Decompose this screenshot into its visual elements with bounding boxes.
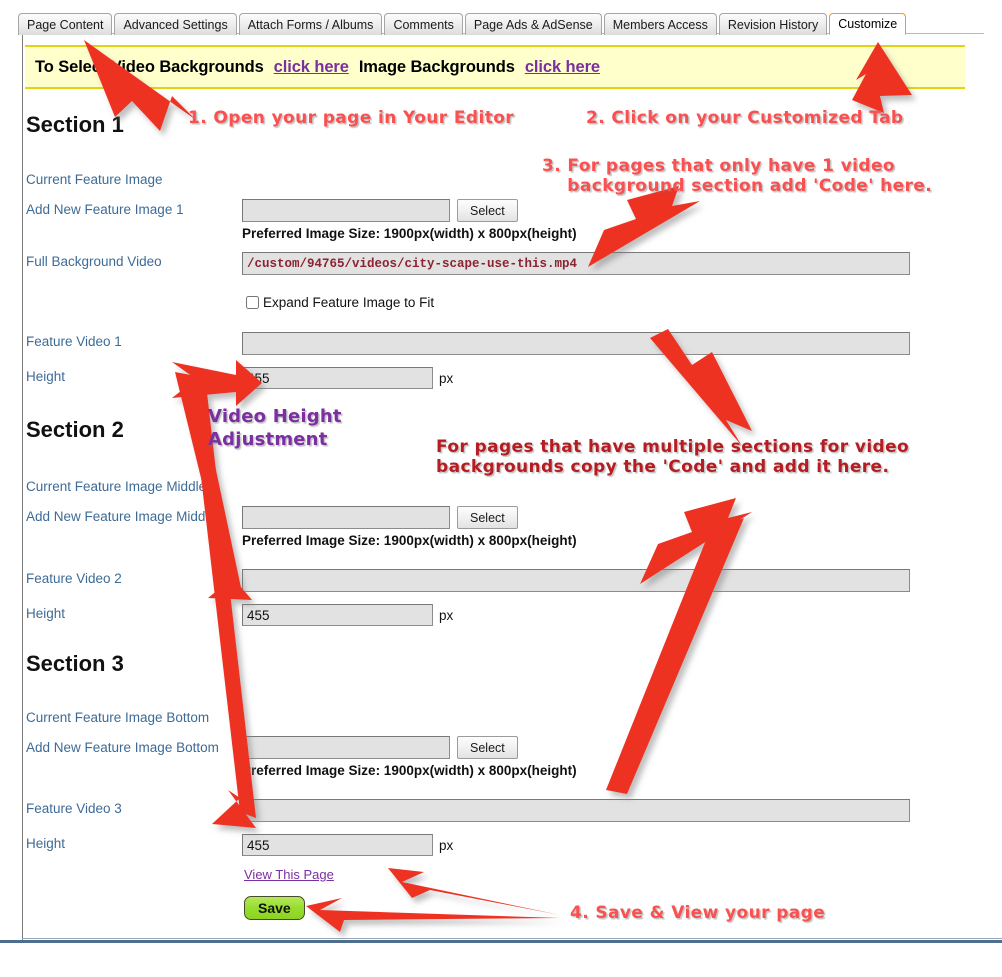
expand-feature-image-label: Expand Feature Image to Fit <box>263 295 435 310</box>
section-2-current-image-row: Current Feature Image Middle <box>26 479 206 494</box>
image-backgrounds-link[interactable]: click here <box>525 58 600 76</box>
section-1-preferred-size: Preferred Image Size: 1900px(width) x 80… <box>242 226 577 241</box>
feature-video-2-input[interactable] <box>242 569 910 592</box>
field-label: Height <box>26 606 66 621</box>
section-title: Section 2 <box>26 417 124 442</box>
add-new-feature-image-1-input[interactable] <box>242 199 450 222</box>
select-image-1-button[interactable]: Select <box>457 199 518 222</box>
save-button[interactable]: Save <box>244 896 305 920</box>
section-2-add-image-row: Select <box>242 506 518 529</box>
expand-feature-image-checkbox[interactable] <box>246 296 259 309</box>
video-backgrounds-notice: To Select Video Backgrounds click here Ima… <box>25 45 965 89</box>
section-1-feature-video-row <box>242 332 910 355</box>
tab-advanced-settings[interactable]: Advanced Settings <box>114 13 237 35</box>
section-2-feature-video-row <box>242 569 910 592</box>
section-1-feature-video-label: Feature Video 1 <box>26 334 122 349</box>
view-page-row: View This Page <box>244 867 334 882</box>
panel-left-border <box>22 28 23 941</box>
section-3-add-image-label: Add New Feature Image Bottom <box>26 740 219 755</box>
section-1-full-bg-video-label: Full Background Video <box>26 254 162 269</box>
section-2-height-row: px <box>242 604 453 626</box>
tab-attach-forms-albums[interactable]: Attach Forms / Albums <box>238 13 383 35</box>
add-new-feature-image-middle-input[interactable] <box>242 506 450 529</box>
tab-label: Members Access <box>612 17 708 32</box>
tab-revision-history[interactable]: Revision History <box>718 13 828 35</box>
section-3-height-label: Height <box>26 836 65 851</box>
field-label: Add New Feature Image 1 <box>26 202 184 217</box>
field-label: Height <box>26 836 66 851</box>
section-2-feature-video-label: Feature Video 2 <box>26 571 122 586</box>
section-title: Section 3 <box>26 651 124 676</box>
feature-video-3-input[interactable] <box>242 799 910 822</box>
section-1-full-bg-video-row <box>242 252 910 275</box>
section-3-preferred-size: Preferred Image Size: 1900px(width) x 80… <box>242 763 577 778</box>
preferred-image-size-text: Preferred Image Size: 1900px(width) x 80… <box>242 763 577 778</box>
tab-comments[interactable]: Comments <box>384 13 463 35</box>
section-3-current-image-row: Current Feature Image Bottom <box>26 710 209 725</box>
select-image-middle-button[interactable]: Select <box>457 506 518 529</box>
tab-label: Revision History <box>727 17 819 32</box>
tab-label: Comments <box>393 17 454 32</box>
section-title: Section 1 <box>26 112 124 137</box>
save-row: Save <box>244 896 305 920</box>
section-3-heading: Section 3 <box>26 651 124 677</box>
section-2-add-image-label: Add New Feature Image Middle <box>26 509 216 524</box>
field-label: Feature Video 2 <box>26 571 122 586</box>
tab-label: Advanced Settings <box>123 17 228 32</box>
tab-members-access[interactable]: Members Access <box>603 13 717 35</box>
select-image-bottom-button[interactable]: Select <box>457 736 518 759</box>
notice-prefix: To Select Video Backgrounds <box>35 57 264 76</box>
tab-page-ads-adsense[interactable]: Page Ads & AdSense <box>464 13 602 35</box>
field-label: Add New Feature Image Middle <box>26 509 216 524</box>
tab-label: Customize <box>838 17 898 31</box>
field-label: Full Background Video <box>26 254 162 269</box>
notice-middle: Image Backgrounds <box>358 57 515 76</box>
panel-bottom-hairline <box>22 938 1002 939</box>
tab-strip[interactable]: Page Content Advanced Settings Attach Fo… <box>18 11 908 35</box>
feature-video-2-height-input[interactable] <box>242 604 433 626</box>
section-1-add-image-label: Add New Feature Image 1 <box>26 202 184 217</box>
tab-label: Attach Forms / Albums <box>247 17 374 32</box>
tab-label: Page Ads & AdSense <box>473 17 593 32</box>
section-2-heading: Section 2 <box>26 417 124 443</box>
section-3-feature-video-label: Feature Video 3 <box>26 801 122 816</box>
notice-text: To Select Video Backgrounds click here Ima… <box>35 58 600 77</box>
feature-video-1-input[interactable] <box>242 332 910 355</box>
section-1-height-label: Height <box>26 369 65 384</box>
preferred-image-size-text: Preferred Image Size: 1900px(width) x 80… <box>242 226 577 241</box>
tab-page-content[interactable]: Page Content <box>18 13 113 35</box>
section-1-expand-checkbox-row[interactable]: Expand Feature Image to Fit <box>246 295 434 310</box>
add-new-feature-image-bottom-input[interactable] <box>242 736 450 759</box>
field-label: Add New Feature Image Bottom <box>26 740 219 755</box>
height-unit-label: px <box>439 607 454 623</box>
field-label: Height <box>26 369 66 384</box>
section-3-height-row: px <box>242 834 453 856</box>
section-1-heading: Section 1 <box>26 112 124 138</box>
view-this-page-link[interactable]: View This Page <box>244 867 334 882</box>
preferred-image-size-text: Preferred Image Size: 1900px(width) x 80… <box>242 533 577 548</box>
full-background-video-input[interactable] <box>242 252 910 275</box>
section-1-current-image-row: Current Feature Image <box>26 172 163 187</box>
field-label: Current Feature Image <box>26 172 163 187</box>
tab-label: Page Content <box>27 17 104 32</box>
height-unit-label: px <box>439 837 454 853</box>
height-unit-label: px <box>439 370 454 386</box>
section-2-preferred-size: Preferred Image Size: 1900px(width) x 80… <box>242 533 577 548</box>
field-label: Current Feature Image Middle <box>26 479 207 494</box>
field-label: Feature Video 1 <box>26 334 122 349</box>
section-1-add-image-row: Select <box>242 199 518 222</box>
section-3-feature-video-row <box>242 799 910 822</box>
section-1-height-row: px <box>242 367 453 389</box>
feature-video-1-height-input[interactable] <box>242 367 433 389</box>
panel-bottom-border <box>0 940 1002 943</box>
field-label: Feature Video 3 <box>26 801 122 816</box>
section-2-height-label: Height <box>26 606 65 621</box>
section-3-add-image-row: Select <box>242 736 518 759</box>
video-backgrounds-link[interactable]: click here <box>274 58 349 76</box>
feature-video-3-height-input[interactable] <box>242 834 433 856</box>
field-label: Current Feature Image Bottom <box>26 710 210 725</box>
tab-customize[interactable]: Customize <box>829 13 907 35</box>
